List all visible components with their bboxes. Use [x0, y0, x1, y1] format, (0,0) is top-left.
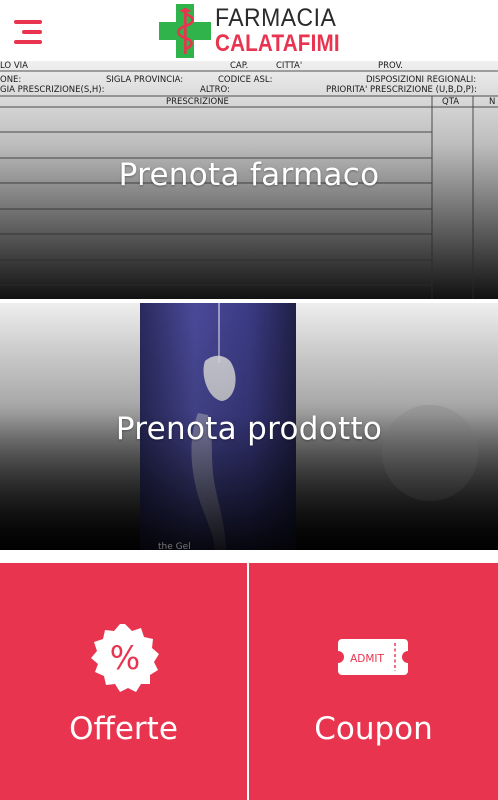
prenota-prodotto-label: Prenota prodotto	[115, 411, 383, 447]
svg-text:CITTA': CITTA'	[276, 61, 302, 71]
form-row1-text: LO VIA	[0, 61, 28, 71]
svg-text:ONE:: ONE:	[0, 75, 21, 85]
logo-line2: CALATAFIMI	[215, 30, 340, 57]
pharmacy-cross-icon	[159, 4, 211, 58]
svg-text:N: N	[489, 97, 495, 107]
bottle-caption: the Gel	[158, 542, 191, 550]
svg-text:GIA PRESCRIZIONE(S,H):: GIA PRESCRIZIONE(S,H):	[0, 85, 105, 95]
logo-line1: FARMACIA	[215, 4, 337, 32]
prenota-farmaco-label: Prenota farmaco	[118, 157, 380, 193]
offerte-label: Offerte	[69, 711, 178, 747]
svg-text:SIGLA PROVINCIA:: SIGLA PROVINCIA:	[106, 75, 183, 85]
svg-text:PRIORITA' PRESCRIZIONE (U,B,D,: PRIORITA' PRESCRIZIONE (U,B,D,P):	[326, 85, 477, 95]
svg-text:DISPOSIZIONI REGIONALI:: DISPOSIZIONI REGIONALI:	[366, 75, 476, 85]
coupon-tile[interactable]: Coupon	[249, 563, 498, 800]
svg-text:QTA: QTA	[442, 97, 459, 107]
pharmacy-logo[interactable]: FARMACIA CALATAFIMI	[159, 4, 341, 58]
svg-text:PROV.: PROV.	[378, 61, 403, 71]
percent-badge-icon: %	[91, 624, 159, 692]
admit-text: ADMIT	[350, 653, 384, 665]
svg-text:CAP.: CAP.	[230, 61, 248, 71]
svg-text:ALTRO:: ALTRO:	[200, 85, 230, 95]
prenota-prodotto-banner[interactable]: the Gel Prenota prodotto	[0, 303, 498, 550]
admit-ticket-icon: ADMIT	[338, 639, 408, 675]
prenota-farmaco-banner[interactable]: LO VIA CAP. CITTA' PROV. ONE: SIGLA PROV…	[0, 61, 498, 299]
hamburger-menu-icon[interactable]	[14, 20, 44, 44]
app-header: FARMACIA CALATAFIMI	[0, 0, 498, 61]
percent-symbol: %	[110, 639, 140, 677]
coupon-label: Coupon	[314, 711, 433, 747]
svg-text:PRESCRIZIONE: PRESCRIZIONE	[166, 97, 229, 107]
svg-text:CODICE ASL:: CODICE ASL:	[218, 75, 273, 85]
